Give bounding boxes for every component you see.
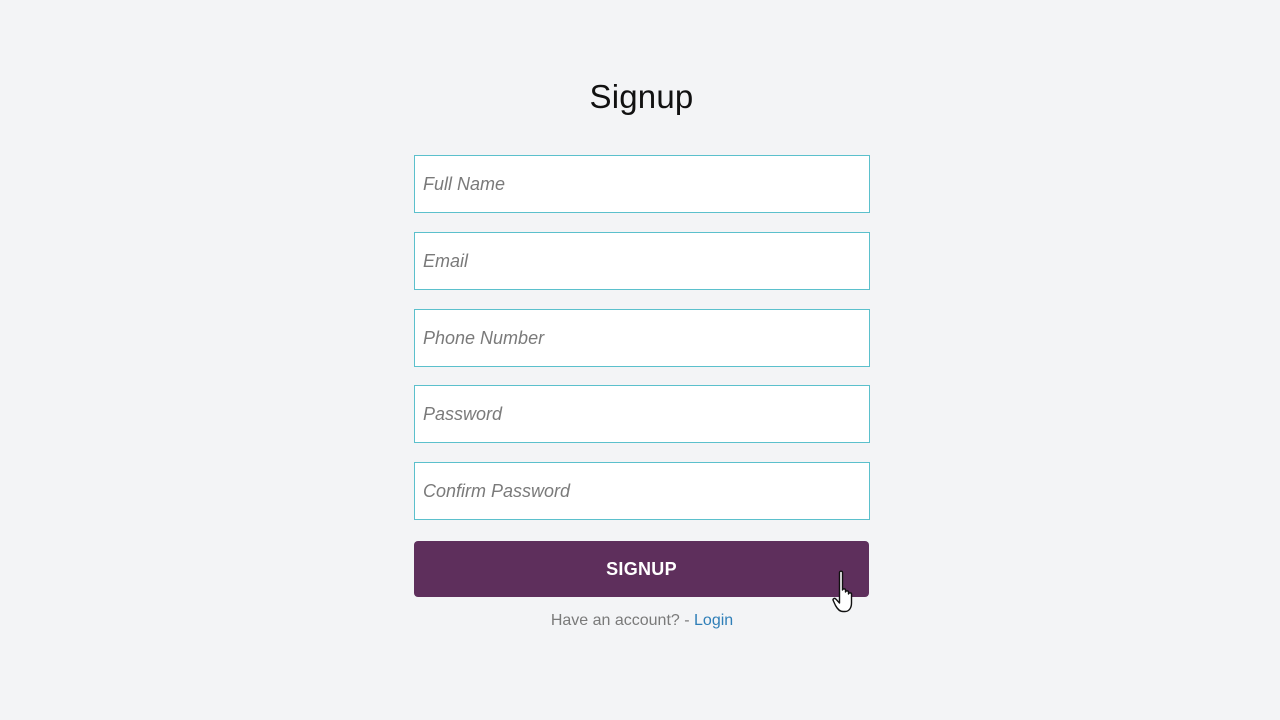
signup-button[interactable]: SIGNUP — [414, 541, 869, 597]
login-prompt: Have an account? - Login — [414, 612, 870, 630]
phone-number-input[interactable] — [414, 309, 870, 367]
password-input[interactable] — [414, 385, 870, 443]
login-prompt-text: Have an account? - — [550, 612, 695, 629]
full-name-input[interactable] — [414, 155, 870, 213]
page-title: Signup — [589, 78, 694, 115]
signup-page: Signup SIGNUP Have an account? - Login — [0, 0, 1280, 720]
email-input[interactable] — [414, 232, 870, 290]
login-link[interactable]: Login — [694, 612, 733, 629]
confirm-password-input[interactable] — [414, 462, 870, 520]
